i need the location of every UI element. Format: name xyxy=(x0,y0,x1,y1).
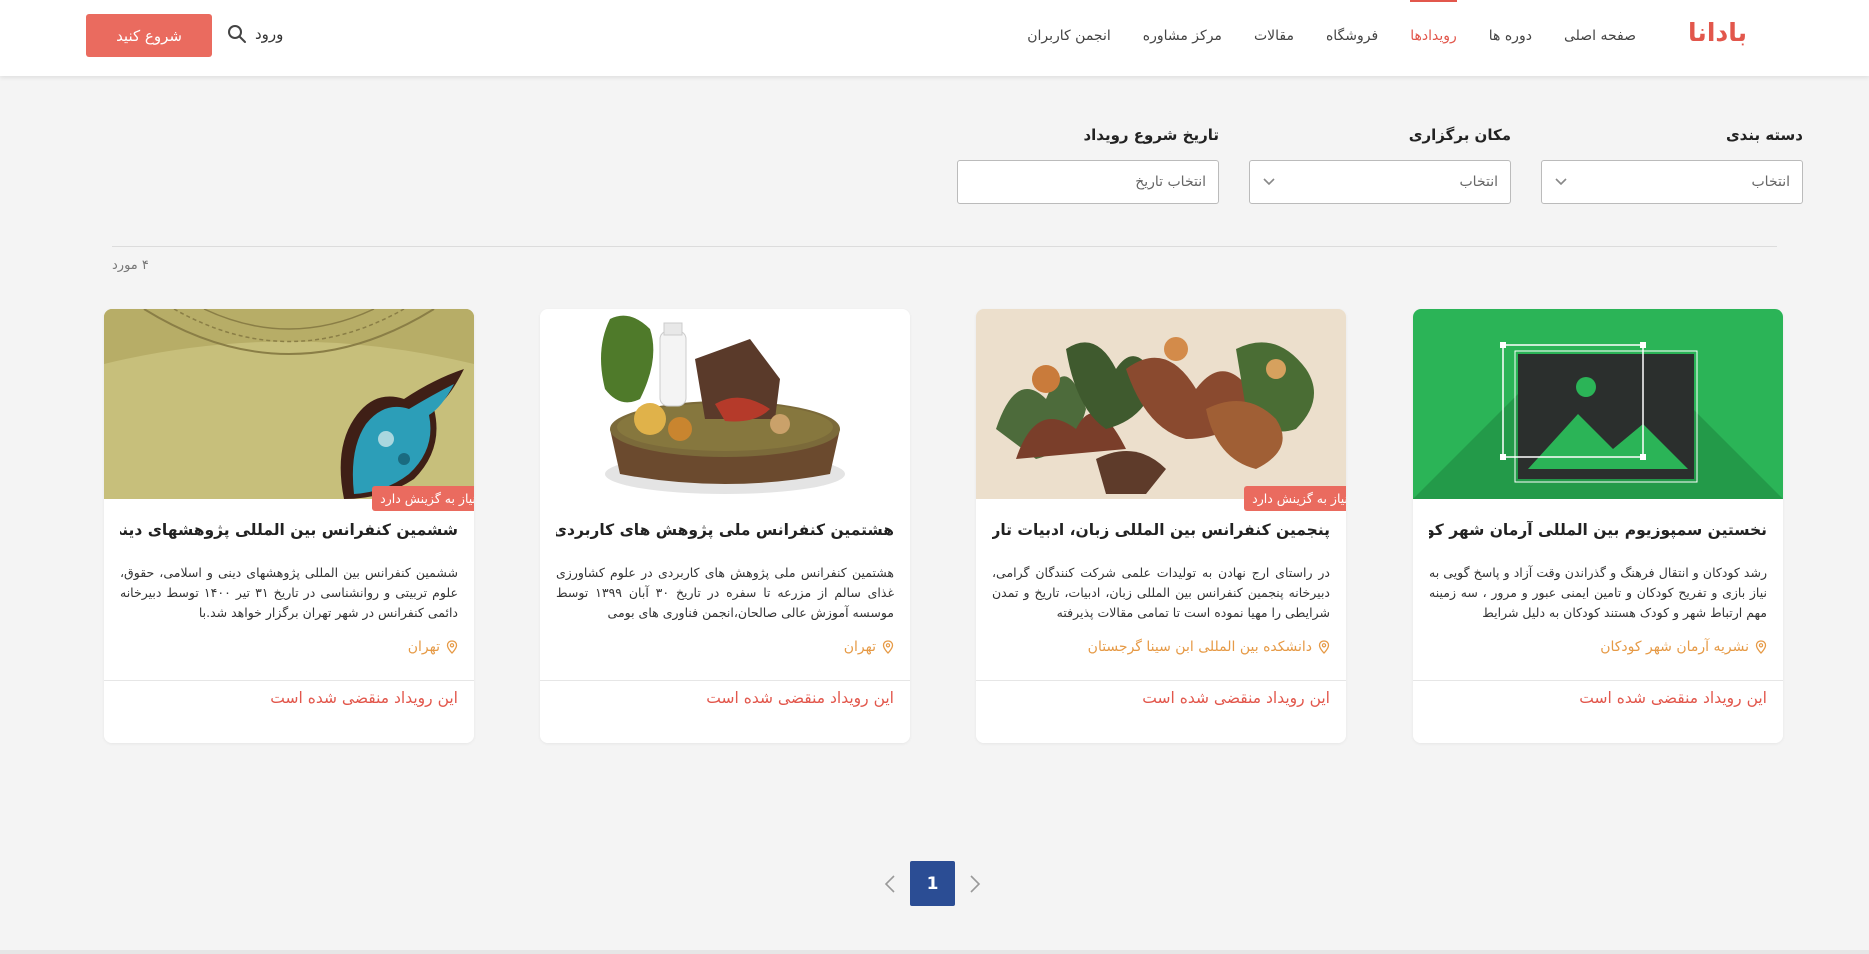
divider xyxy=(112,246,1777,247)
event-image[interactable] xyxy=(1413,309,1783,499)
nav-item-courses[interactable]: دوره ها xyxy=(1489,0,1532,76)
event-location-label: تهران xyxy=(407,639,440,655)
footer-edge xyxy=(0,950,1869,954)
category-select[interactable]: انتخاب xyxy=(1541,160,1803,204)
event-description: رشد کودکان و انتقال فرهنگ و گذراندن وقت … xyxy=(1429,565,1767,620)
events-grid: نخستین سمپوزیوم بین المللی آرمان شهر کود… xyxy=(104,309,1784,744)
login-label: ورود xyxy=(255,25,284,43)
location-select[interactable]: انتخاب xyxy=(1249,160,1511,204)
event-status: این رویداد منقضی شده است xyxy=(1579,689,1767,707)
nav-item-forum[interactable]: انجمن کاربران xyxy=(1027,0,1111,76)
date-filter-label: تاریخ شروع رویداد xyxy=(1083,126,1219,144)
location-filter-label: مکان برگزاری xyxy=(1408,126,1511,144)
event-location: نشریه آرمان شهر کودکان xyxy=(1600,639,1767,655)
next-page-button[interactable] xyxy=(955,861,995,906)
chevron-right-icon xyxy=(970,874,981,893)
location-pin-icon xyxy=(882,640,894,654)
event-card[interactable]: نیاز به گزینش دارد ششمین کنفرانس بین الم… xyxy=(104,309,474,743)
category-filter-label: دسته بندی xyxy=(1725,126,1803,144)
event-location-label: دانشکده بین المللی ابن سینا گرجستان xyxy=(1087,639,1312,655)
event-status: این رویداد منقضی شده است xyxy=(706,689,894,707)
location-pin-icon xyxy=(446,640,458,654)
date-filter: تاریخ شروع رویداد انتخاب تاریخ xyxy=(957,126,1219,204)
event-location-label: تهران xyxy=(843,639,876,655)
card-divider xyxy=(1413,680,1783,681)
chevron-down-icon xyxy=(1263,178,1275,186)
nav-item-articles[interactable]: مقالات xyxy=(1254,0,1294,76)
pagination: 1 xyxy=(870,861,995,906)
main-nav: صفحه اصلی دوره ها رویدادها فروشگاه مقالا… xyxy=(995,0,1636,76)
event-title[interactable]: نخستین سمپوزیوم بین المللی آرمان شهر کود… xyxy=(1429,521,1767,539)
results-count: ۴ مورد xyxy=(112,258,149,273)
date-input[interactable]: انتخاب تاریخ xyxy=(957,160,1219,204)
chevron-left-icon xyxy=(884,874,895,893)
event-description: ششمین کنفرانس بین المللی پژوهشهای دینی و… xyxy=(120,565,458,620)
event-location: دانشکده بین المللی ابن سینا گرجستان xyxy=(1088,639,1330,655)
site-logo[interactable]: بادانا xyxy=(1688,18,1747,47)
event-image[interactable] xyxy=(540,309,910,499)
event-location-label: نشریه آرمان شهر کودکان xyxy=(1600,639,1749,655)
event-description: هشتمین کنفرانس ملی پژوهش های کاربردی در … xyxy=(556,565,894,620)
event-status: این رویداد منقضی شده است xyxy=(270,689,458,707)
event-card[interactable]: نخستین سمپوزیوم بین المللی آرمان شهر کود… xyxy=(1413,309,1783,743)
card-divider xyxy=(104,680,474,681)
nav-item-home[interactable]: صفحه اصلی xyxy=(1564,0,1636,76)
filters-bar: دسته بندی انتخاب مکان برگزاری انتخاب تار… xyxy=(957,126,1803,204)
event-title[interactable]: پنجمین کنفرانس بین المللی زبان، ادبیات ت… xyxy=(992,521,1330,539)
page-number-button[interactable]: 1 xyxy=(910,861,955,906)
nav-item-shop[interactable]: فروشگاه xyxy=(1326,0,1378,76)
event-image[interactable] xyxy=(976,309,1346,499)
event-card-body: ششمین کنفرانس بین المللی پژوهشهای دینی و… xyxy=(104,499,474,743)
category-filter: دسته بندی انتخاب xyxy=(1541,126,1803,204)
selection-required-badge: نیاز به گزینش دارد xyxy=(1244,486,1346,511)
event-image[interactable] xyxy=(104,309,474,499)
location-select-value: انتخاب xyxy=(1459,174,1499,190)
event-card[interactable]: نیاز به گزینش دارد پنجمین کنفرانس بین ال… xyxy=(976,309,1346,743)
event-status: این رویداد منقضی شده است xyxy=(1142,689,1330,707)
date-input-placeholder: انتخاب تاریخ xyxy=(1135,174,1206,190)
location-pin-icon xyxy=(1755,640,1767,654)
event-card-body: نخستین سمپوزیوم بین المللی آرمان شهر کود… xyxy=(1413,499,1783,743)
event-location: تهران xyxy=(844,639,894,655)
header: بادانا صفحه اصلی دوره ها رویدادها فروشگا… xyxy=(0,0,1869,76)
nav-item-counseling[interactable]: مرکز مشاوره xyxy=(1143,0,1222,76)
event-card-body: هشتمین کنفرانس ملی پژوهش های کاربردی د..… xyxy=(540,499,910,743)
event-description: در راستای ارج نهادن به تولیدات علمی شرکت… xyxy=(992,565,1330,620)
chevron-down-icon xyxy=(1555,178,1567,186)
event-card[interactable]: هشتمین کنفرانس ملی پژوهش های کاربردی د..… xyxy=(540,309,910,743)
event-card-body: پنجمین کنفرانس بین المللی زبان، ادبیات ت… xyxy=(976,499,1346,743)
login-link[interactable]: ورود xyxy=(227,24,283,44)
selection-required-badge: نیاز به گزینش دارد xyxy=(372,486,474,511)
category-select-value: انتخاب xyxy=(1751,174,1791,190)
prev-page-button[interactable] xyxy=(870,861,910,906)
start-button[interactable]: شروع کنید xyxy=(86,14,212,57)
location-filter: مکان برگزاری انتخاب xyxy=(1249,126,1511,204)
search-icon[interactable] xyxy=(227,24,247,44)
nav-item-events[interactable]: رویدادها xyxy=(1410,0,1457,76)
card-divider xyxy=(976,680,1346,681)
event-location: تهران xyxy=(408,639,458,655)
card-divider xyxy=(540,680,910,681)
event-title[interactable]: ششمین کنفرانس بین المللی پژوهشهای دینی و… xyxy=(120,521,458,539)
location-pin-icon xyxy=(1318,640,1330,654)
event-title[interactable]: هشتمین کنفرانس ملی پژوهش های کاربردی د..… xyxy=(556,521,894,539)
